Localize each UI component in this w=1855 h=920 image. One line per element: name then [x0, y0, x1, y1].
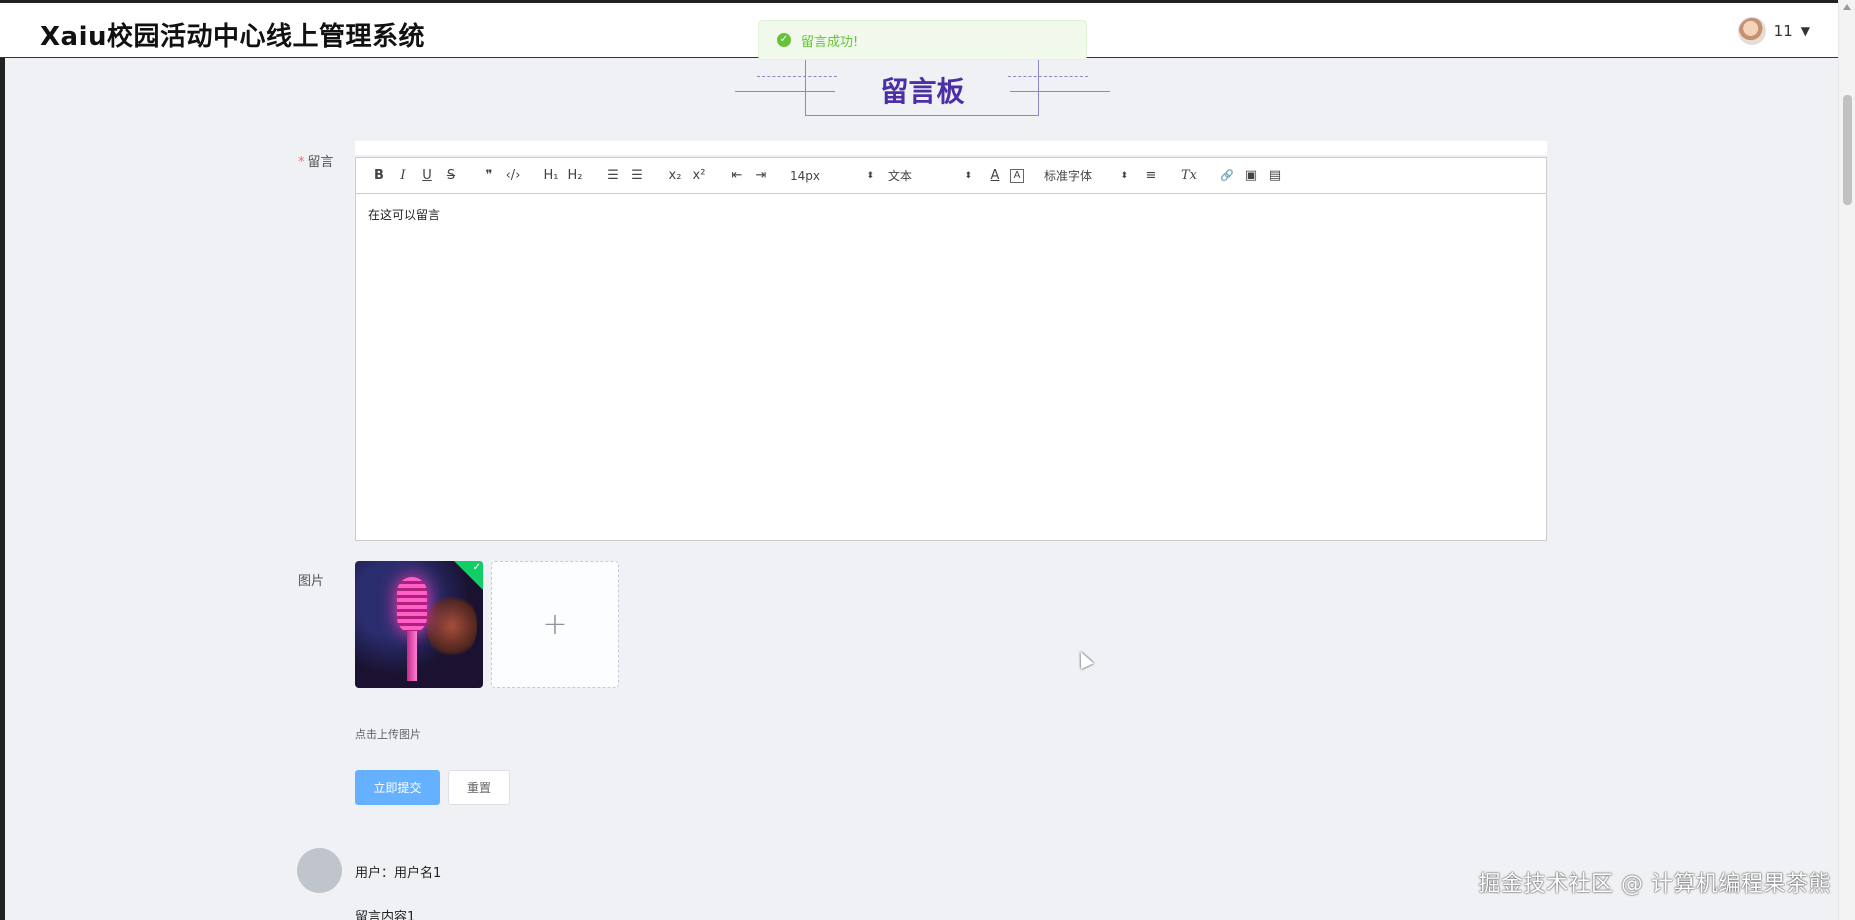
ordered-list-icon[interactable]: ☰: [604, 166, 622, 186]
strike-button[interactable]: S: [442, 166, 460, 186]
board-title-banner: 留言板: [735, 60, 1110, 118]
font-size-value: 14px: [790, 168, 820, 183]
code-icon[interactable]: ‹/›: [504, 166, 522, 186]
plus-icon: +: [542, 607, 568, 642]
toast-message: 留言成功!: [801, 34, 859, 50]
submit-button[interactable]: 立即提交: [355, 770, 440, 805]
upload-tip: 点击上传图片: [355, 728, 421, 741]
page-scrollbar[interactable]: [1838, 0, 1855, 920]
select-arrow-icon: ⬍: [1120, 170, 1128, 181]
clear-format-icon[interactable]: Tx: [1180, 166, 1198, 186]
indent-icon[interactable]: ⇥: [752, 166, 770, 186]
microphone-stand-image: [407, 631, 417, 681]
font-family-select[interactable]: 标准字体 ⬍: [1044, 167, 1128, 184]
message-label-wrap: * 留言: [298, 151, 334, 170]
app-title: Xaiu校园活动中心线上管理系统: [40, 22, 426, 52]
select-arrow-icon: ⬍: [866, 170, 874, 181]
user-menu[interactable]: 11 ▼: [1737, 17, 1810, 45]
thumbnail-decoration: [427, 591, 477, 661]
window-left-edge: [0, 0, 5, 920]
editor-top-edge: [355, 141, 1547, 155]
image-label: 图片: [298, 574, 325, 589]
scrollbar-thumb[interactable]: [1843, 95, 1852, 205]
chevron-down-icon[interactable]: ▼: [1801, 24, 1810, 38]
bold-button[interactable]: B: [370, 166, 388, 186]
editor-toolbar: B I U S ❞ ‹/› H₁ H₂ ☰ ☰ x₂ x² ⇤ ⇥ 14px ⬍ …: [356, 158, 1546, 194]
select-arrow-icon: ⬍: [964, 170, 972, 181]
scroll-up-arrow-icon[interactable]: [1843, 4, 1851, 10]
success-toast: ✓ 留言成功!: [758, 20, 1087, 60]
link-icon[interactable]: 🔗: [1218, 166, 1236, 186]
background-color-icon[interactable]: A: [1010, 168, 1024, 183]
page-title: 留言板: [880, 75, 965, 108]
check-circle-icon: ✓: [777, 33, 791, 47]
editor-content[interactable]: 在这可以留言: [356, 194, 1546, 235]
blockquote-icon[interactable]: ❞: [480, 166, 498, 186]
comment-user: 用户：用户名1: [355, 866, 442, 881]
heading2-button[interactable]: H₂: [566, 166, 584, 186]
uploaded-image-thumbnail[interactable]: ✓: [355, 561, 483, 688]
outdent-icon[interactable]: ⇤: [728, 166, 746, 186]
header-value: 文本: [888, 169, 913, 183]
italic-button[interactable]: I: [394, 166, 412, 186]
underline-button[interactable]: U: [418, 166, 436, 186]
comment-content: 留言内容1: [355, 910, 416, 920]
font-color-icon[interactable]: A: [986, 166, 1004, 186]
header-select[interactable]: 文本 ⬍: [888, 167, 972, 184]
image-icon[interactable]: ▣: [1242, 166, 1260, 186]
mouse-cursor-icon: [1074, 648, 1094, 670]
reset-button[interactable]: 重置: [448, 770, 510, 805]
microphone-image: [397, 577, 427, 633]
user-avatar[interactable]: [1737, 17, 1766, 45]
font-size-select[interactable]: 14px ⬍: [790, 169, 874, 183]
upload-add-button[interactable]: +: [491, 561, 619, 688]
rich-text-editor[interactable]: B I U S ❞ ‹/› H₁ H₂ ☰ ☰ x₂ x² ⇤ ⇥ 14px ⬍ …: [355, 157, 1547, 541]
align-icon[interactable]: ≡: [1142, 166, 1160, 186]
message-label: 留言: [307, 155, 334, 170]
video-icon[interactable]: ▤: [1266, 166, 1284, 186]
comment-avatar: [297, 848, 342, 893]
bullet-list-icon[interactable]: ☰: [628, 166, 646, 186]
heading1-button[interactable]: H₁: [542, 166, 560, 186]
font-family-value: 标准字体: [1044, 169, 1093, 183]
required-mark: *: [298, 155, 305, 170]
superscript-button[interactable]: x²: [690, 166, 708, 186]
subscript-button[interactable]: x₂: [666, 166, 684, 186]
watermark: 掘金技术社区 @ 计算机编程果茶熊: [1478, 872, 1831, 897]
check-icon: ✓: [472, 562, 481, 573]
username[interactable]: 11: [1774, 22, 1793, 40]
